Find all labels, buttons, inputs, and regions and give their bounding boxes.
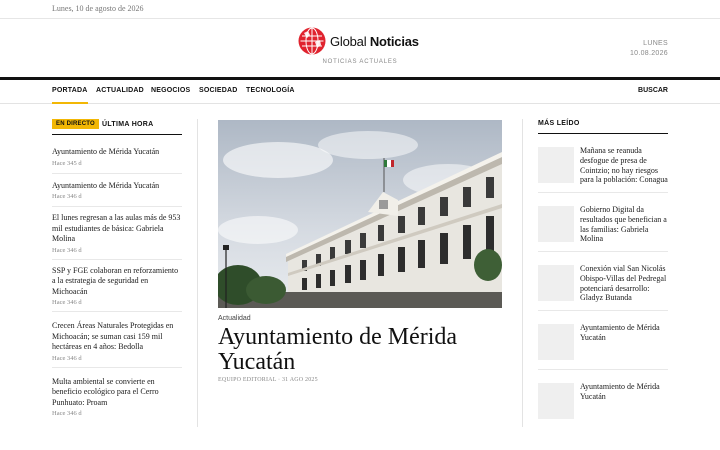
masthead: Global Noticias NOTICIAS ACTUALES LUNES … bbox=[0, 19, 720, 77]
most-read-title: MÁS LEÍDO bbox=[538, 119, 668, 134]
article-category[interactable]: Actualidad bbox=[218, 315, 502, 322]
nav-item-tecnologia[interactable]: TECNOLOGÍA bbox=[246, 87, 295, 94]
article-link[interactable]: Ayuntamiento de Mérida Yucatán bbox=[580, 382, 670, 402]
news-time: Hace 345 d bbox=[52, 159, 82, 167]
site-logo[interactable]: Global Noticias bbox=[298, 27, 419, 55]
news-time: Hace 346 d bbox=[52, 410, 82, 417]
list-item[interactable]: Ayuntamiento de Mérida Yucatán bbox=[538, 311, 668, 370]
globe-logo-icon bbox=[298, 27, 326, 55]
live-news-column: EN DIRECTO ÚLTIMA HORA Ayuntamiento de M… bbox=[52, 119, 182, 422]
live-badge: EN DIRECTO bbox=[52, 119, 99, 129]
column-divider bbox=[197, 119, 198, 427]
masthead-date: LUNES 10.08.2026 bbox=[630, 39, 668, 59]
news-time: Hace 346 d bbox=[52, 354, 82, 362]
list-item[interactable]: SSP y FGE colaboran en reforzamiento a l… bbox=[52, 260, 182, 312]
article-thumbnail[interactable] bbox=[538, 206, 574, 242]
logo-wordmark: Global Noticias bbox=[330, 34, 419, 49]
search-link[interactable]: BUSCAR bbox=[638, 87, 668, 94]
article-link[interactable]: Gobierno Digital da resultados que benef… bbox=[580, 205, 670, 244]
current-date: Lunes, 10 de agosto de 2026 bbox=[52, 4, 144, 13]
news-headline[interactable]: Ayuntamiento de Mérida Yucatán bbox=[52, 147, 182, 158]
news-headline[interactable]: SSP y FGE colaboran en reforzamiento a l… bbox=[52, 266, 182, 298]
logo-word-bold: Noticias bbox=[369, 33, 419, 49]
article-link[interactable]: Conexión vial San Nicolás Obispo-Villas … bbox=[580, 264, 670, 303]
article-link[interactable]: Mañana se reanuda desfogue de presa de C… bbox=[580, 146, 670, 185]
article-thumbnail[interactable] bbox=[538, 324, 574, 360]
list-item[interactable]: Multa ambiental se convierte en benefici… bbox=[52, 368, 182, 423]
news-time: Hace 346 d bbox=[52, 246, 82, 254]
list-item[interactable]: Gobierno Digital da resultados que benef… bbox=[538, 193, 668, 252]
live-news-title: ÚLTIMA HORA bbox=[102, 121, 154, 128]
list-item[interactable]: Ayuntamiento de Mérida Yucatán Hace 346 … bbox=[52, 174, 182, 207]
news-headline[interactable]: Ayuntamiento de Mérida Yucatán bbox=[52, 181, 182, 192]
article-byline: EQUIPO EDITORIAL · 31 AGO 2025 bbox=[218, 377, 318, 383]
news-headline[interactable]: Multa ambiental se convierte en benefici… bbox=[52, 377, 182, 409]
logo-word-light: Global bbox=[330, 33, 367, 49]
nav-item-portada[interactable]: PORTADA bbox=[52, 87, 88, 104]
nav-item-negocios[interactable]: NEGOCIOS bbox=[151, 87, 190, 94]
article-title[interactable]: Ayuntamiento de Mérida Yucatán bbox=[218, 325, 502, 375]
news-headline[interactable]: El lunes regresan a las aulas más de 953… bbox=[52, 213, 182, 245]
list-item[interactable]: Conexión vial San Nicolás Obispo-Villas … bbox=[538, 252, 668, 311]
column-divider bbox=[522, 119, 523, 427]
nav-item-actualidad[interactable]: ACTUALIDAD bbox=[96, 87, 144, 94]
nav-item-sociedad[interactable]: SOCIEDAD bbox=[199, 87, 238, 94]
news-headline[interactable]: Crecen Áreas Naturales Protegidas en Mic… bbox=[52, 321, 182, 353]
list-item[interactable]: Ayuntamiento de Mérida Yucatán Hace 345 … bbox=[52, 135, 182, 174]
most-read-column: MÁS LEÍDO Mañana se reanuda desfogue de … bbox=[538, 119, 668, 429]
main-nav: PORTADA ACTUALIDAD NEGOCIOS SOCIEDAD TEC… bbox=[0, 80, 720, 104]
live-news-header: EN DIRECTO ÚLTIMA HORA bbox=[52, 119, 182, 135]
list-item[interactable]: El lunes regresan a las aulas más de 953… bbox=[52, 207, 182, 260]
featured-article: Actualidad Ayuntamiento de Mérida Yucatá… bbox=[218, 120, 502, 383]
news-time: Hace 346 d bbox=[52, 193, 82, 200]
article-link[interactable]: Ayuntamiento de Mérida Yucatán bbox=[580, 323, 670, 343]
masthead-date-short: 10.08.2026 bbox=[629, 50, 668, 57]
top-date-bar: Lunes, 10 de agosto de 2026 bbox=[0, 0, 720, 19]
article-thumbnail[interactable] bbox=[538, 147, 574, 183]
masthead-day: LUNES bbox=[643, 40, 668, 47]
list-item[interactable]: Mañana se reanuda desfogue de presa de C… bbox=[538, 134, 668, 193]
site-tagline: NOTICIAS ACTUALES bbox=[322, 59, 398, 65]
article-thumbnail[interactable] bbox=[538, 265, 574, 301]
article-thumbnail[interactable] bbox=[538, 383, 574, 419]
news-time: Hace 346 d bbox=[52, 299, 82, 306]
list-item[interactable]: Ayuntamiento de Mérida Yucatán bbox=[538, 370, 668, 429]
list-item[interactable]: Crecen Áreas Naturales Protegidas en Mic… bbox=[52, 312, 182, 368]
featured-image[interactable] bbox=[218, 120, 502, 308]
